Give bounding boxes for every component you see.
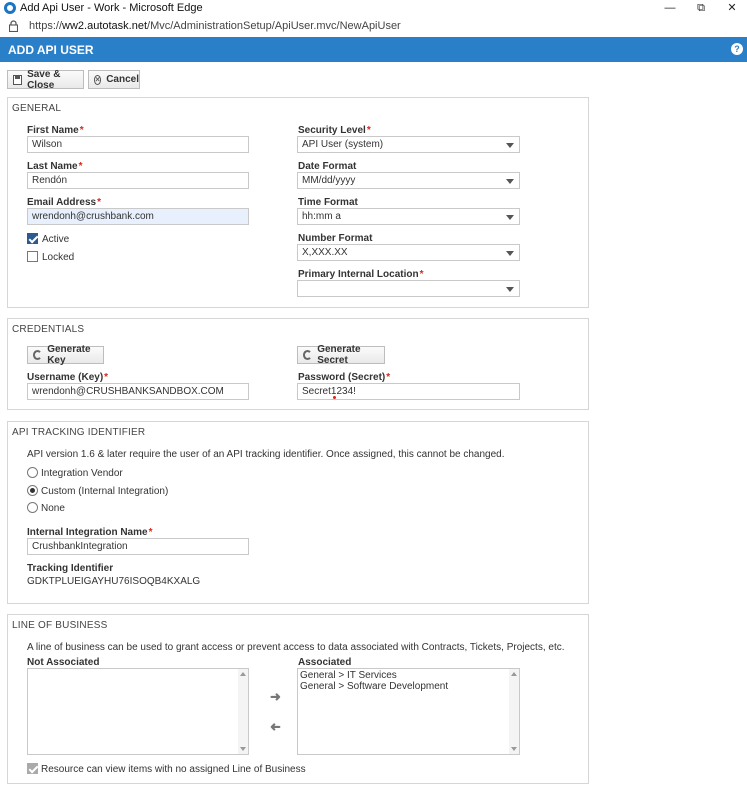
refresh-icon bbox=[33, 350, 43, 360]
locked-label: Locked bbox=[42, 252, 75, 263]
locked-checkbox[interactable] bbox=[27, 251, 38, 262]
save-close-button[interactable]: Save & Close bbox=[7, 69, 84, 91]
number-format-label: Number Format bbox=[298, 233, 373, 244]
page-header: ADD API USER ? bbox=[0, 37, 747, 62]
refresh-icon bbox=[303, 350, 313, 360]
radio-integration-vendor[interactable] bbox=[27, 467, 38, 478]
associated-label: Associated bbox=[298, 657, 352, 668]
resource-lob-checkbox[interactable] bbox=[27, 763, 38, 774]
chevron-down-icon bbox=[506, 251, 514, 256]
not-associated-label: Not Associated bbox=[27, 657, 100, 668]
cancel-icon: × bbox=[94, 74, 102, 85]
window-title: Add Api User - Work - Microsoft Edge bbox=[20, 2, 203, 14]
first-name-label: First Name* bbox=[27, 125, 84, 136]
integration-vendor-label: Integration Vendor bbox=[41, 468, 123, 479]
not-associated-listbox[interactable] bbox=[27, 668, 249, 755]
scroll-down-icon[interactable] bbox=[511, 747, 517, 751]
email-label: Email Address* bbox=[27, 197, 102, 208]
line-of-business-description: A line of business can be used to grant … bbox=[27, 642, 565, 653]
tracking-identifier-label: Tracking Identifier bbox=[27, 563, 114, 574]
api-tracking-heading: API TRACKING IDENTIFIER bbox=[12, 427, 146, 438]
line-of-business-heading: LINE OF BUSINESS bbox=[12, 620, 108, 631]
active-checkbox[interactable] bbox=[27, 233, 38, 244]
add-arrow-icon[interactable]: ➜ bbox=[270, 689, 281, 705]
chevron-down-icon bbox=[506, 215, 514, 220]
date-format-label: Date Format bbox=[298, 161, 357, 172]
password-field[interactable]: Secret1234! bbox=[297, 383, 520, 400]
number-format-select[interactable]: X,XXX.XX bbox=[297, 244, 520, 261]
scroll-up-icon[interactable] bbox=[240, 672, 246, 676]
time-format-select[interactable]: hh:mm a bbox=[297, 208, 520, 225]
chevron-down-icon bbox=[506, 287, 514, 292]
last-name-label: Last Name* bbox=[27, 161, 83, 172]
time-format-label: Time Format bbox=[298, 197, 358, 208]
radio-none[interactable] bbox=[27, 502, 38, 513]
chevron-down-icon bbox=[506, 179, 514, 184]
generate-key-button[interactable]: Generate Key bbox=[27, 344, 104, 366]
username-label: Username (Key)* bbox=[27, 372, 109, 383]
primary-location-label: Primary Internal Location* bbox=[298, 269, 424, 280]
lock-icon bbox=[9, 20, 18, 32]
spellcheck-marker bbox=[333, 396, 336, 399]
save-icon bbox=[13, 74, 23, 85]
tracking-identifier-value: GDKTPLUEIGAYHU76ISOQB4KXALG bbox=[27, 576, 201, 587]
security-level-select[interactable]: API User (system) bbox=[297, 136, 520, 153]
username-field[interactable]: wrendonh@CRUSHBANKSANDBOX.COM bbox=[27, 383, 249, 400]
last-name-field[interactable]: Rendón bbox=[27, 172, 249, 189]
security-level-label: Security Level* bbox=[298, 125, 371, 136]
url-text[interactable]: https://ww2.autotask.net/Mvc/Administrat… bbox=[29, 20, 401, 32]
resource-lob-label: Resource can view items with no assigned… bbox=[41, 764, 306, 775]
date-format-select[interactable]: MM/dd/yyyy bbox=[297, 172, 520, 189]
credentials-heading: CREDENTIALS bbox=[12, 324, 85, 335]
custom-integration-label: Custom (Internal Integration) bbox=[41, 486, 169, 497]
radio-custom-integration[interactable] bbox=[27, 485, 38, 496]
list-item[interactable]: General > Software Development bbox=[300, 681, 448, 692]
close-window-button[interactable]: ✕ bbox=[717, 0, 747, 16]
address-bar[interactable]: https://ww2.autotask.net/Mvc/Administrat… bbox=[0, 16, 747, 37]
password-label: Password (Secret)* bbox=[298, 372, 391, 383]
help-icon[interactable]: ? bbox=[731, 43, 743, 55]
first-name-field[interactable]: Wilson bbox=[27, 136, 249, 153]
window-title-bar: Add Api User - Work - Microsoft Edge — ⧉… bbox=[0, 0, 747, 16]
active-label: Active bbox=[42, 234, 70, 245]
general-heading: GENERAL bbox=[12, 103, 62, 114]
edge-browser-icon bbox=[4, 2, 16, 14]
remove-arrow-icon[interactable]: ➜ bbox=[270, 719, 281, 735]
list-item[interactable]: General > IT Services bbox=[300, 670, 397, 681]
scroll-down-icon[interactable] bbox=[240, 747, 246, 751]
page-title: ADD API USER bbox=[8, 43, 94, 57]
scroll-up-icon[interactable] bbox=[511, 672, 517, 676]
email-field[interactable]: wrendonh@crushbank.com bbox=[27, 208, 249, 225]
none-label: None bbox=[41, 503, 65, 514]
chevron-down-icon bbox=[506, 143, 514, 148]
integration-name-label: Internal Integration Name* bbox=[27, 527, 153, 538]
restore-button[interactable]: ⧉ bbox=[686, 0, 716, 16]
api-tracking-description: API version 1.6 & later require the user… bbox=[27, 449, 505, 460]
integration-name-field[interactable]: CrushbankIntegration bbox=[27, 538, 249, 555]
minimize-button[interactable]: — bbox=[655, 0, 685, 16]
cancel-button[interactable]: × Cancel bbox=[88, 70, 140, 89]
listbox-scrollbar[interactable] bbox=[238, 669, 248, 754]
listbox-scrollbar[interactable] bbox=[509, 669, 519, 754]
associated-listbox[interactable]: General > IT Services General > Software… bbox=[297, 668, 520, 755]
generate-secret-button[interactable]: Generate Secret bbox=[297, 344, 385, 366]
primary-location-select[interactable] bbox=[297, 280, 520, 297]
